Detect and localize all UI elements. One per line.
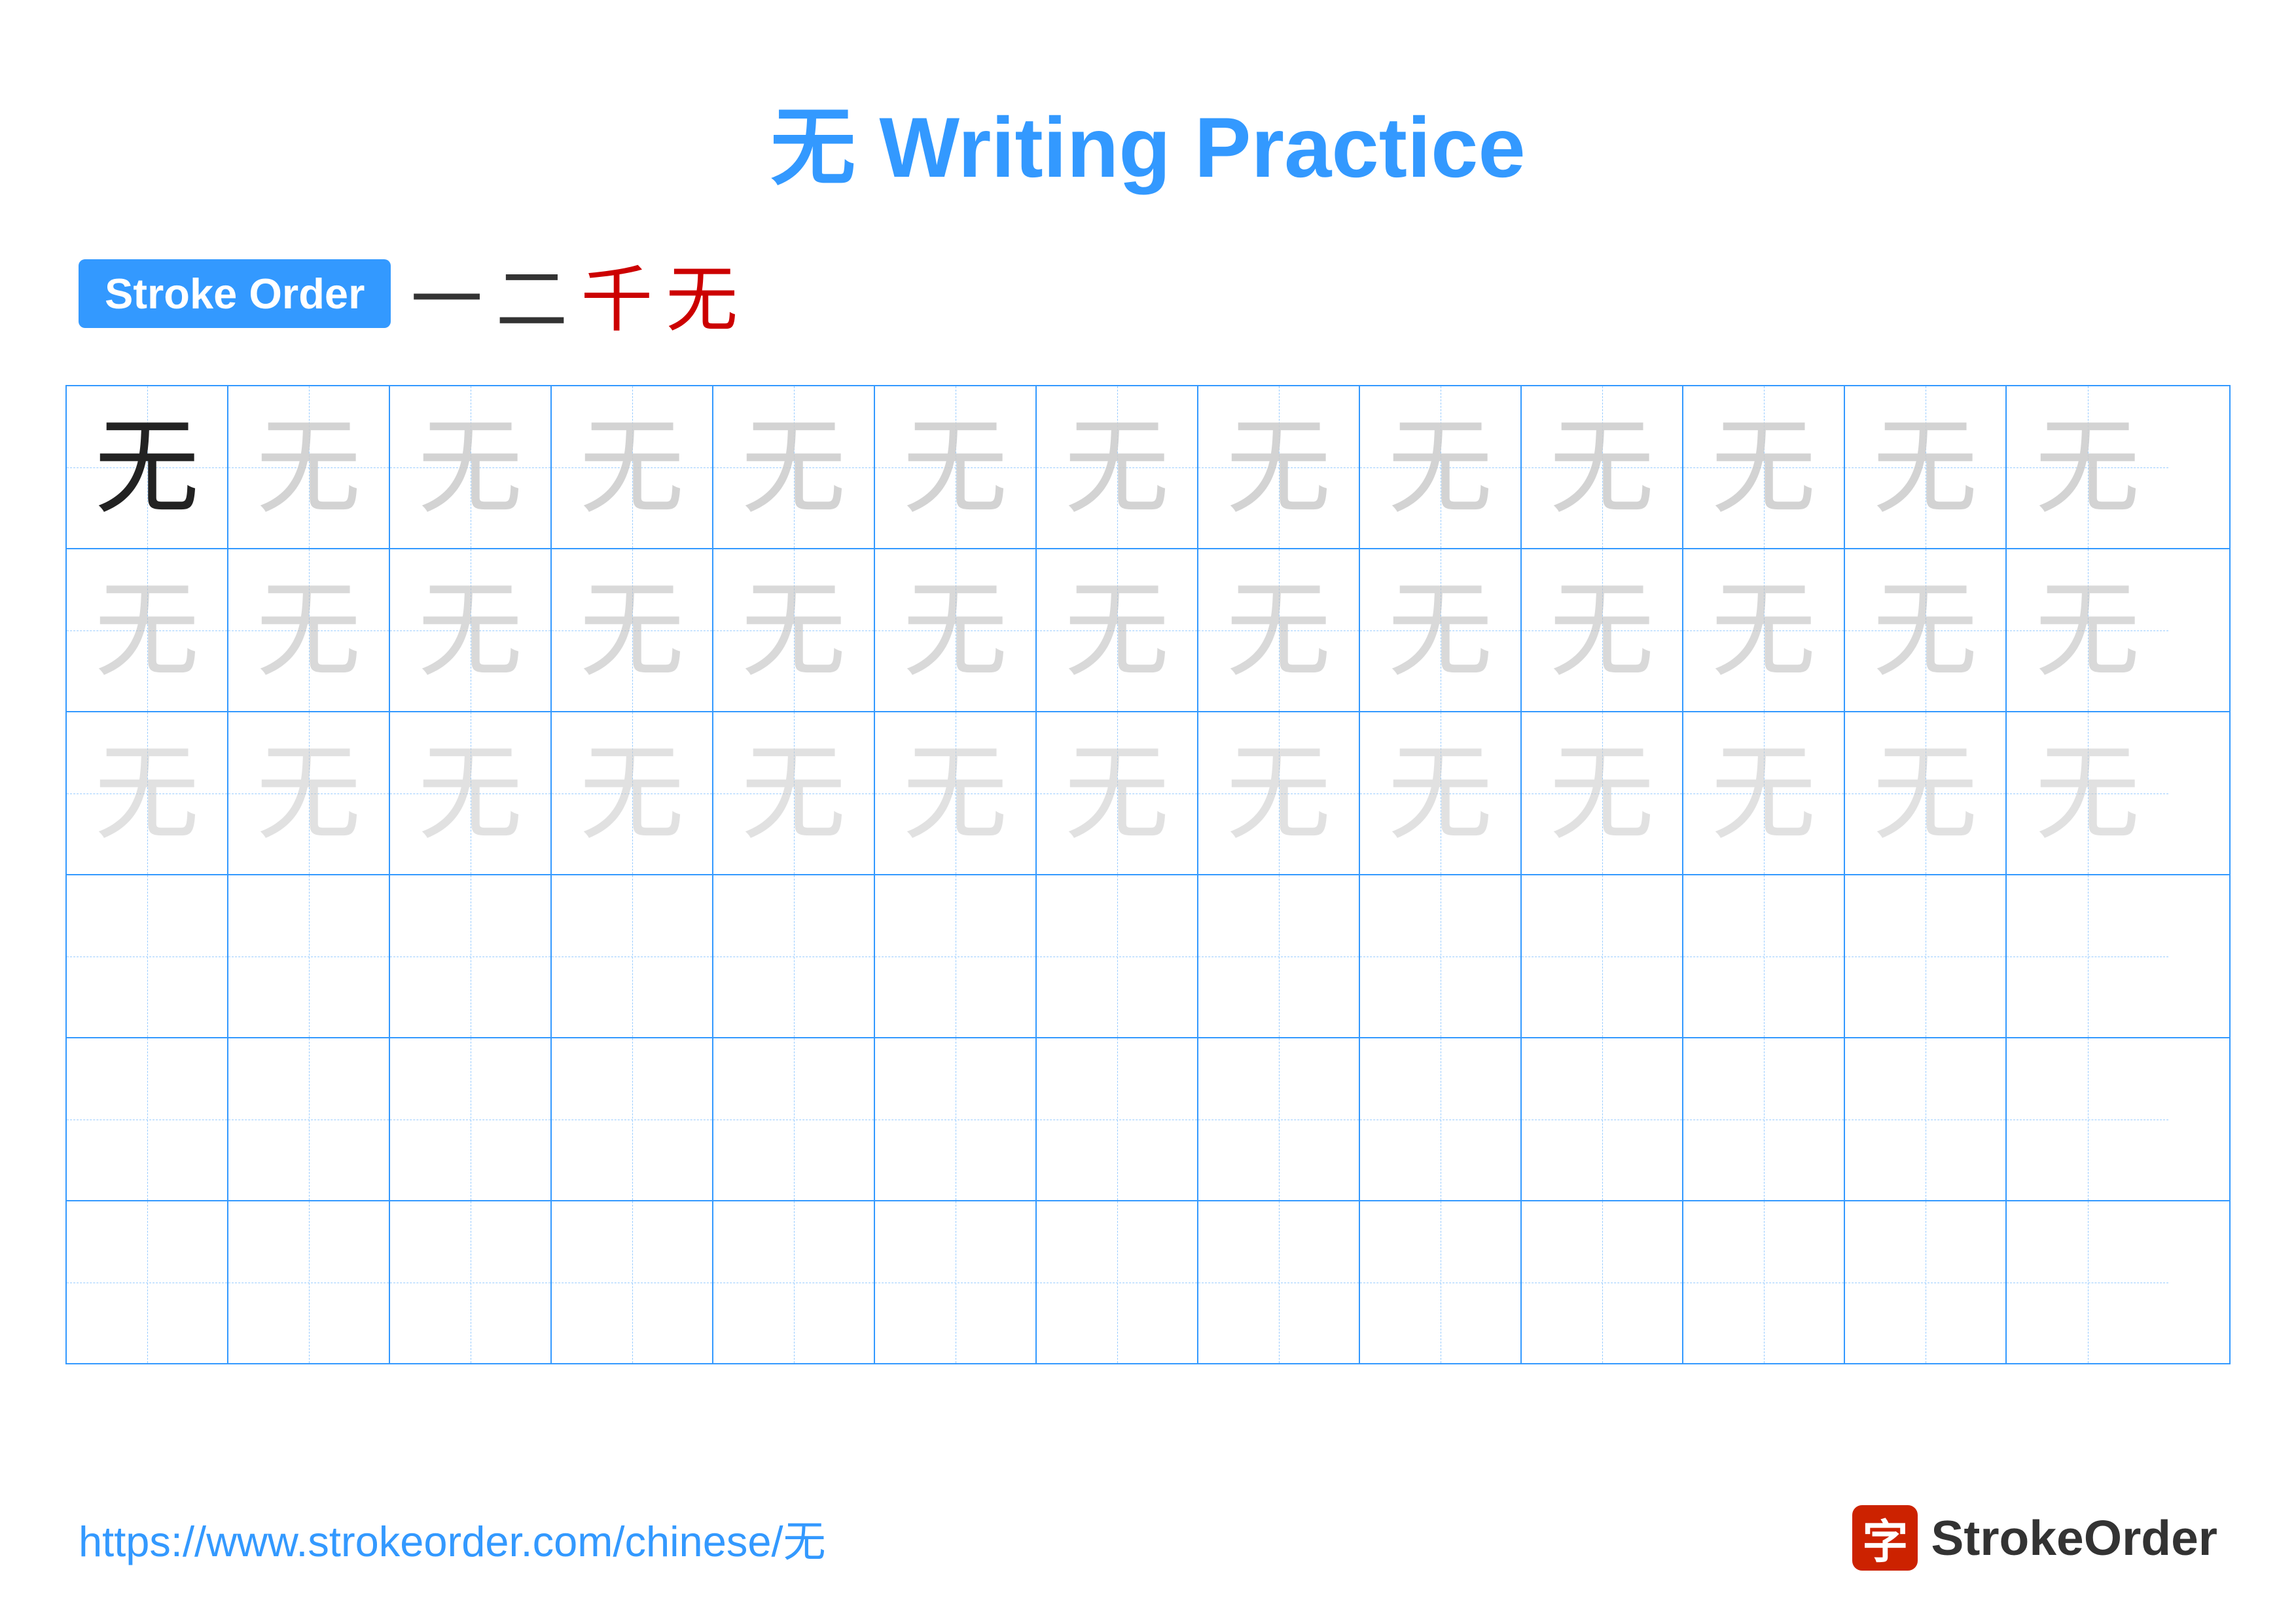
grid-cell[interactable] — [875, 875, 1037, 1037]
grid-cell[interactable]: 无 — [552, 549, 713, 711]
stroke-char-3: 千 — [581, 241, 653, 346]
grid-cell[interactable]: 无 — [875, 549, 1037, 711]
stroke-char-1: 一 — [410, 241, 482, 346]
grid-cell[interactable] — [228, 875, 390, 1037]
grid-cell[interactable] — [2007, 875, 2168, 1037]
grid-cell[interactable]: 无 — [228, 386, 390, 548]
grid-cell[interactable] — [1683, 1201, 1845, 1363]
logo-text: StrokeOrder — [1931, 1510, 2217, 1566]
grid-cell[interactable] — [1683, 1038, 1845, 1200]
grid-cell[interactable] — [2007, 1201, 2168, 1363]
grid-cell[interactable] — [390, 1201, 552, 1363]
grid-cell[interactable] — [1360, 1038, 1522, 1200]
grid-row-1: 无 无 无 无 无 无 无 无 无 无 无 无 无 — [67, 386, 2229, 549]
grid-cell[interactable] — [1360, 875, 1522, 1037]
grid-cell[interactable]: 无 — [228, 712, 390, 874]
grid-cell[interactable]: 无 — [67, 386, 228, 548]
grid-row-4 — [67, 875, 2229, 1038]
grid-cell[interactable]: 无 — [1037, 712, 1198, 874]
grid-row-3: 无 无 无 无 无 无 无 无 无 无 无 无 无 — [67, 712, 2229, 875]
stroke-chars: 一 二 千 无 — [410, 241, 738, 346]
grid-cell[interactable]: 无 — [1522, 386, 1683, 548]
grid-cell[interactable] — [390, 1038, 552, 1200]
grid-cell[interactable]: 无 — [1683, 549, 1845, 711]
grid-cell[interactable] — [713, 1038, 875, 1200]
grid-cell[interactable] — [1522, 1038, 1683, 1200]
grid-cell[interactable]: 无 — [67, 712, 228, 874]
grid-cell[interactable]: 无 — [552, 386, 713, 548]
grid-cell[interactable] — [1683, 875, 1845, 1037]
grid-cell[interactable]: 无 — [1845, 386, 2007, 548]
grid-cell[interactable] — [1037, 875, 1198, 1037]
grid-cell[interactable] — [713, 1201, 875, 1363]
grid-cell[interactable] — [1198, 1038, 1360, 1200]
grid-cell[interactable] — [713, 875, 875, 1037]
grid-cell[interactable]: 无 — [2007, 549, 2168, 711]
grid-cell[interactable] — [228, 1038, 390, 1200]
grid-cell[interactable]: 无 — [1360, 386, 1522, 548]
grid-cell[interactable]: 无 — [390, 712, 552, 874]
grid-row-2: 无 无 无 无 无 无 无 无 无 无 无 无 无 — [67, 549, 2229, 712]
grid-cell[interactable]: 无 — [2007, 386, 2168, 548]
grid-cell[interactable] — [552, 1038, 713, 1200]
grid-cell[interactable]: 无 — [713, 386, 875, 548]
grid-cell[interactable] — [1522, 875, 1683, 1037]
grid-cell[interactable] — [67, 1201, 228, 1363]
grid-cell[interactable]: 无 — [1360, 549, 1522, 711]
grid-cell[interactable] — [1037, 1038, 1198, 1200]
grid-cell[interactable] — [1360, 1201, 1522, 1363]
grid-cell[interactable]: 无 — [1522, 549, 1683, 711]
grid-cell[interactable] — [228, 1201, 390, 1363]
grid-cell[interactable] — [67, 875, 228, 1037]
grid-cell[interactable]: 无 — [1198, 549, 1360, 711]
grid-cell[interactable] — [1845, 1201, 2007, 1363]
stroke-order-badge: Stroke Order — [79, 259, 391, 328]
footer: https://www.strokeorder.com/chinese/无 字 … — [0, 1505, 2296, 1571]
grid-cell[interactable]: 无 — [1037, 386, 1198, 548]
grid-cell[interactable]: 无 — [1683, 386, 1845, 548]
grid-cell[interactable]: 无 — [552, 712, 713, 874]
stroke-order-section: Stroke Order 一 二 千 无 — [0, 241, 2296, 346]
grid-cell[interactable] — [1037, 1201, 1198, 1363]
grid-cell[interactable]: 无 — [1037, 549, 1198, 711]
grid-cell[interactable] — [390, 875, 552, 1037]
footer-url[interactable]: https://www.strokeorder.com/chinese/无 — [79, 1507, 826, 1569]
grid-cell[interactable]: 无 — [875, 386, 1037, 548]
grid-cell[interactable]: 无 — [1845, 549, 2007, 711]
grid-cell[interactable] — [1845, 875, 2007, 1037]
grid-cell[interactable]: 无 — [1522, 712, 1683, 874]
grid-cell[interactable] — [875, 1201, 1037, 1363]
practice-grid: 无 无 无 无 无 无 无 无 无 无 无 无 无 无 无 无 无 无 无 无 … — [65, 385, 2231, 1364]
grid-cell[interactable] — [67, 1038, 228, 1200]
grid-cell[interactable]: 无 — [1360, 712, 1522, 874]
stroke-char-2: 二 — [495, 241, 567, 346]
grid-cell[interactable]: 无 — [1198, 712, 1360, 874]
grid-cell[interactable] — [1522, 1201, 1683, 1363]
grid-cell[interactable] — [1845, 1038, 2007, 1200]
grid-row-5 — [67, 1038, 2229, 1201]
grid-cell[interactable]: 无 — [1198, 386, 1360, 548]
stroke-char-4: 无 — [666, 241, 738, 346]
grid-cell[interactable]: 无 — [713, 549, 875, 711]
grid-cell[interactable]: 无 — [67, 549, 228, 711]
grid-cell[interactable]: 无 — [2007, 712, 2168, 874]
grid-row-6 — [67, 1201, 2229, 1363]
logo-icon: 字 — [1852, 1505, 1918, 1571]
grid-cell[interactable] — [552, 875, 713, 1037]
page-title: 无 Writing Practice — [0, 0, 2296, 202]
grid-cell[interactable] — [875, 1038, 1037, 1200]
grid-cell[interactable]: 无 — [713, 712, 875, 874]
grid-cell[interactable] — [1198, 875, 1360, 1037]
grid-cell[interactable]: 无 — [1683, 712, 1845, 874]
grid-cell[interactable]: 无 — [1845, 712, 2007, 874]
grid-cell[interactable]: 无 — [390, 549, 552, 711]
footer-logo: 字 StrokeOrder — [1852, 1505, 2217, 1571]
grid-cell[interactable] — [552, 1201, 713, 1363]
grid-cell[interactable]: 无 — [228, 549, 390, 711]
grid-cell[interactable] — [1198, 1201, 1360, 1363]
grid-cell[interactable] — [2007, 1038, 2168, 1200]
grid-cell[interactable]: 无 — [390, 386, 552, 548]
grid-cell[interactable]: 无 — [875, 712, 1037, 874]
